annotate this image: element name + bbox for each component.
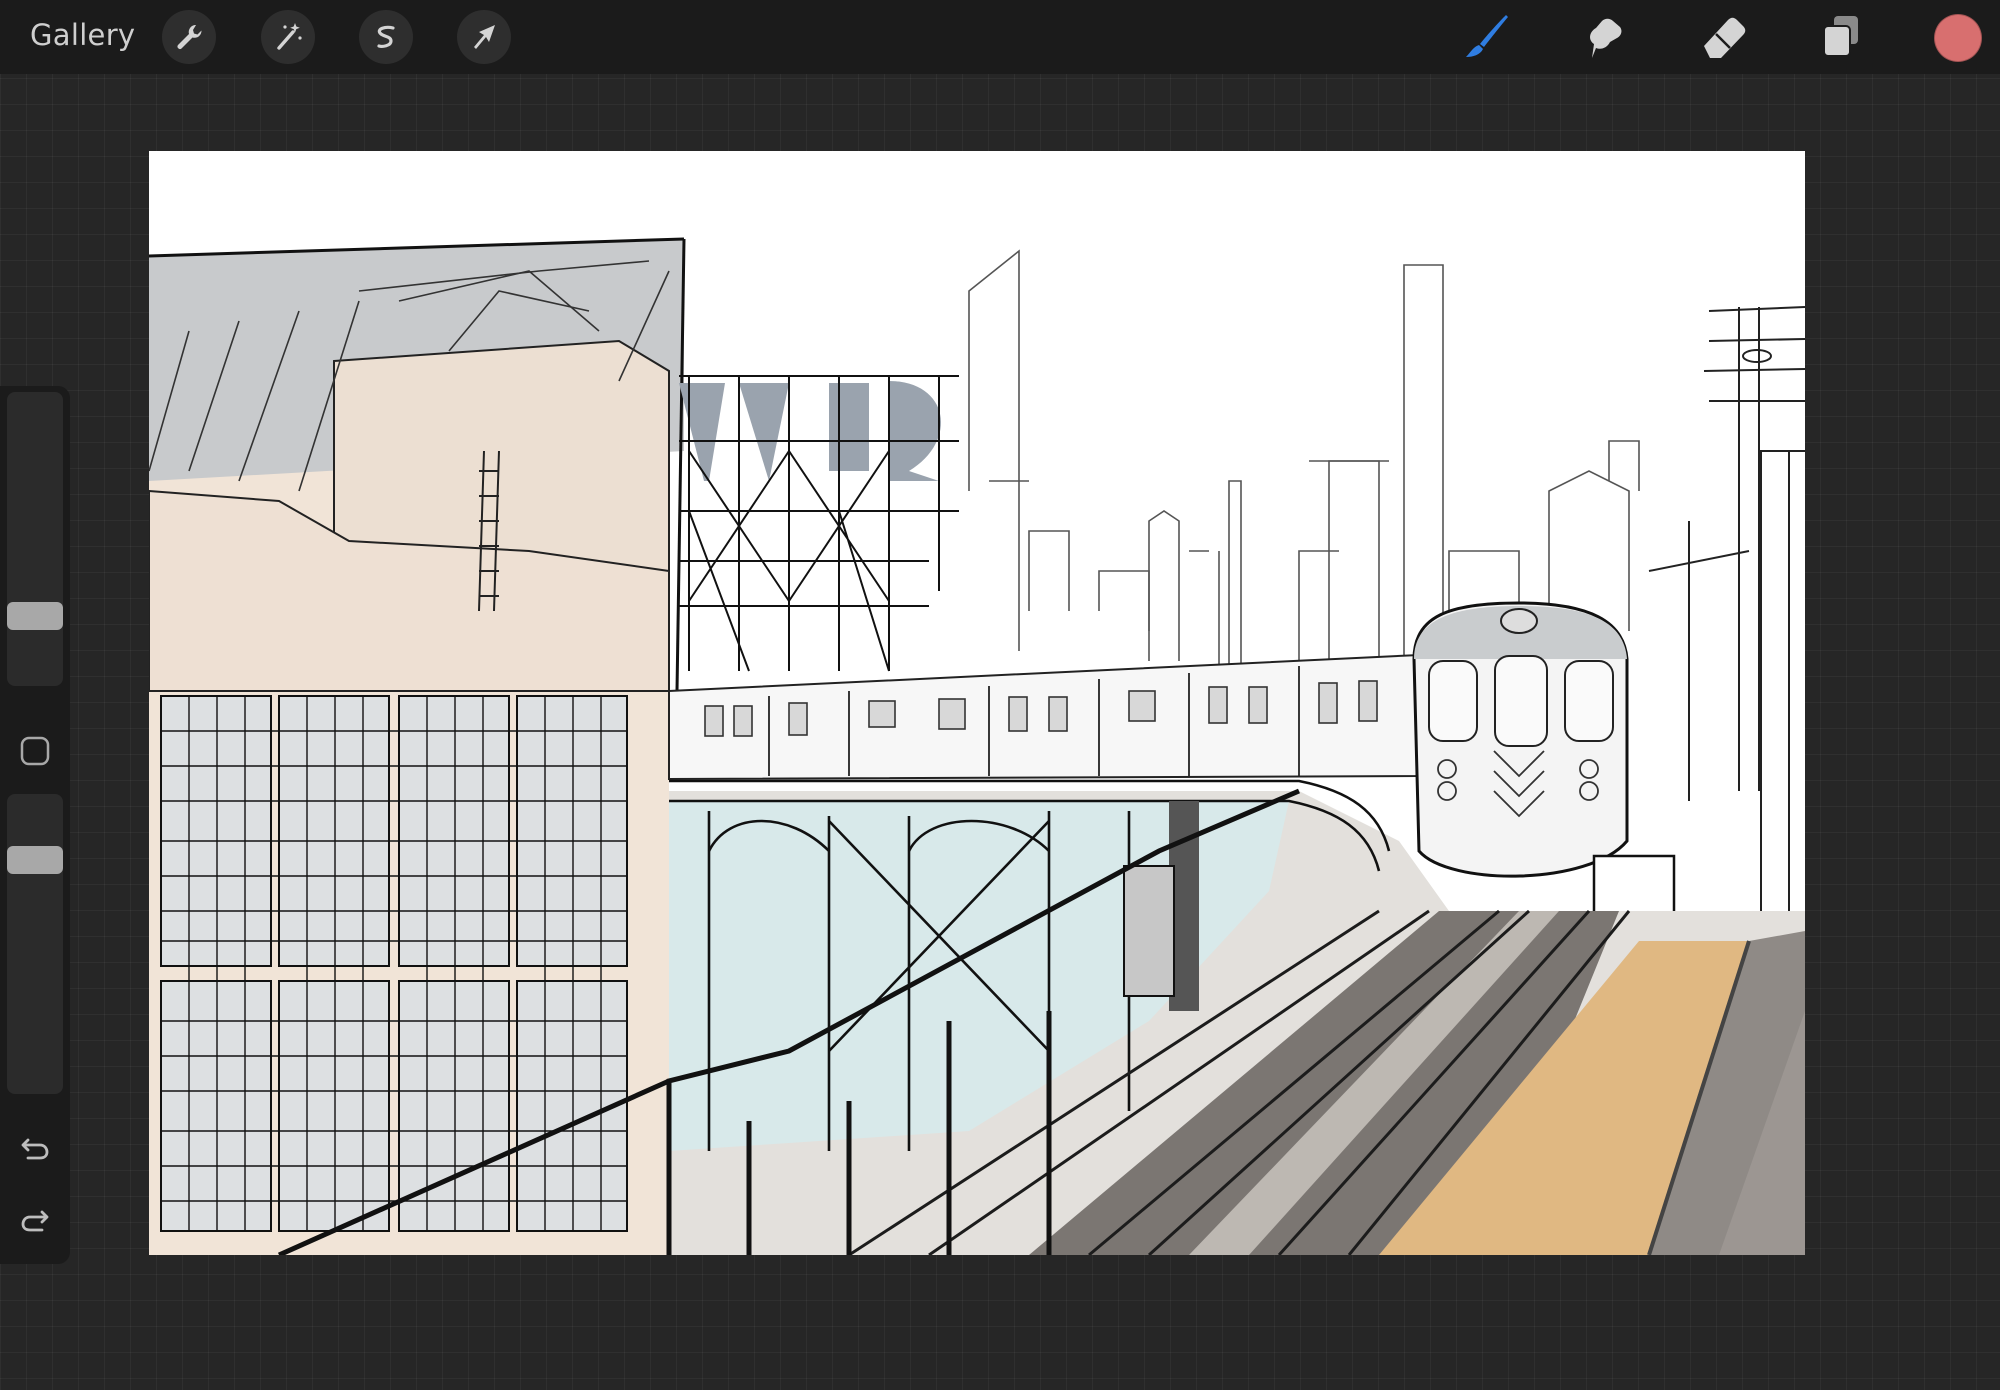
opacity-slider[interactable] — [7, 794, 63, 1094]
selection-button[interactable] — [359, 10, 413, 64]
modifier-square-icon[interactable] — [19, 735, 51, 767]
adjustments-button[interactable] — [261, 10, 315, 64]
artwork-sketch — [149, 237, 1805, 1255]
eraser-tool-button[interactable] — [1694, 10, 1752, 64]
smudge-tool-button[interactable] — [1574, 10, 1632, 64]
layers-icon — [1823, 16, 1858, 57]
left-sidebar — [0, 386, 70, 1264]
opacity-slider-thumb[interactable] — [7, 846, 63, 874]
brush-tool-button[interactable] — [1456, 10, 1514, 64]
transform-button[interactable] — [457, 10, 511, 64]
brush-size-slider[interactable] — [7, 392, 63, 686]
eraser-icon — [1704, 17, 1746, 58]
brush-icon — [1466, 15, 1508, 57]
brush-size-slider-thumb[interactable] — [7, 602, 63, 630]
gallery-button[interactable]: Gallery — [30, 18, 135, 52]
arrow-cursor-icon — [474, 25, 495, 49]
redo-icon[interactable] — [18, 1202, 52, 1236]
selection-icon — [377, 25, 395, 48]
top-toolbar: Gallery — [0, 0, 2000, 74]
color-picker-swatch[interactable] — [1934, 14, 1982, 62]
billboard — [679, 375, 959, 672]
magic-wand-icon — [277, 23, 302, 50]
drawing-canvas[interactable] — [149, 151, 1805, 1255]
smudge-icon — [1590, 18, 1622, 58]
actions-button[interactable] — [162, 10, 216, 64]
wrench-icon — [177, 24, 202, 50]
undo-icon[interactable] — [18, 1130, 52, 1164]
layers-tool-button[interactable] — [1812, 10, 1870, 64]
